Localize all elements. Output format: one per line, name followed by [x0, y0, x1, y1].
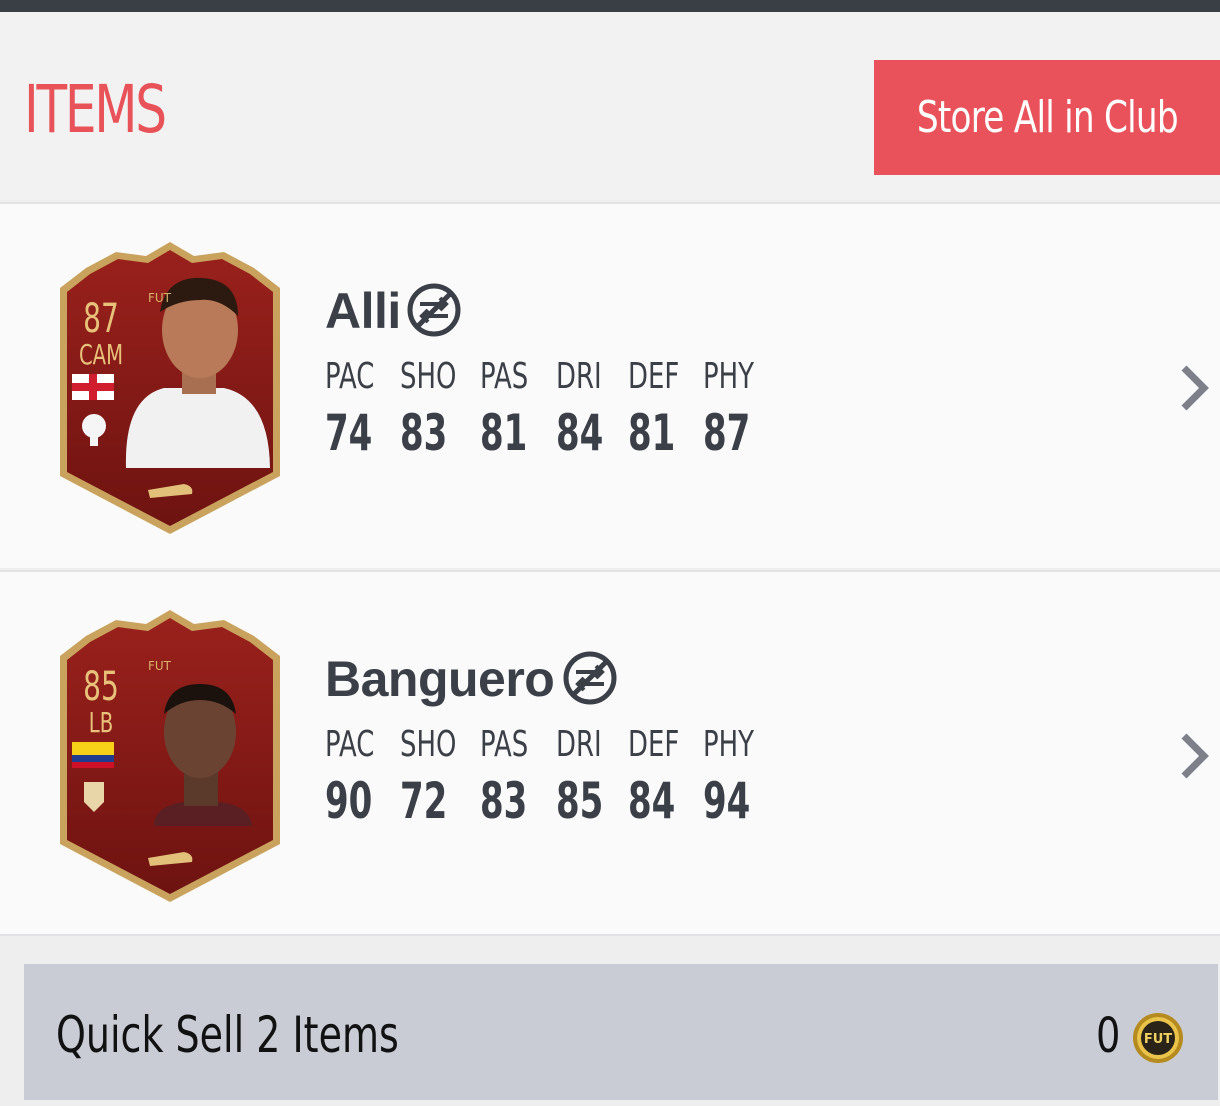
card-frame: FUT: [60, 242, 280, 534]
stat-value: 74: [325, 404, 373, 462]
stat-def: DEF 84: [628, 724, 703, 830]
stat-value: 81: [480, 404, 528, 462]
stat-label: PAC: [325, 724, 375, 765]
svg-text:FUT: FUT: [148, 659, 172, 673]
player-name: Alli: [325, 283, 401, 339]
quick-sell-label: Quick Sell 2 Items: [56, 1006, 399, 1064]
page-header: ITEMS Store All in Club: [0, 12, 1220, 200]
player-card[interactable]: FUT 85 LB: [54, 606, 286, 906]
stat-pac: PAC 74: [325, 356, 400, 462]
player-stats: PAC 90 SHO 72 PAS 83 DRI 85 DEF 84 PHY 9…: [325, 724, 778, 830]
stat-dri: DRI 85: [556, 724, 628, 830]
page-title: ITEMS: [24, 71, 167, 148]
stat-value: 87: [703, 404, 751, 462]
stat-value: 81: [628, 404, 676, 462]
stat-value: 83: [400, 404, 448, 462]
card-frame: FUT: [60, 610, 280, 902]
stat-value: 94: [703, 772, 751, 830]
stat-label: DRI: [556, 356, 602, 397]
stat-pas: PAS 83: [480, 724, 556, 830]
stat-label: PHY: [703, 724, 754, 765]
card-position: CAM: [78, 338, 124, 371]
stat-phy: PHY 94: [703, 724, 778, 830]
svg-text:FUT: FUT: [148, 291, 172, 305]
player-card[interactable]: FUT 87 CAM: [54, 238, 286, 538]
fut-coin-icon: FUT: [1133, 1013, 1183, 1063]
stat-value: 85: [556, 772, 604, 830]
quick-sell-button[interactable]: Quick Sell 2 Items 0 FUT: [24, 964, 1218, 1100]
stat-pas: PAS 81: [480, 356, 556, 462]
stat-phy: PHY 87: [703, 356, 778, 462]
stat-label: PAC: [325, 356, 375, 397]
card-rating: 87: [83, 296, 119, 342]
stat-sho: SHO 72: [400, 724, 480, 830]
untradeable-icon: [563, 651, 617, 705]
stat-value: 84: [556, 404, 604, 462]
stat-def: DEF 81: [628, 356, 703, 462]
stat-label: DEF: [628, 724, 680, 765]
stat-value: 90: [325, 772, 373, 830]
stat-label: PAS: [480, 724, 529, 765]
stat-value: 83: [480, 772, 528, 830]
flag-england-icon: [72, 374, 114, 400]
stat-dri: DRI 84: [556, 356, 628, 462]
stat-label: SHO: [400, 724, 457, 765]
svg-text:FUT: FUT: [1144, 1032, 1172, 1047]
player-stats: PAC 74 SHO 83 PAS 81 DRI 84 DEF 81 PHY 8…: [325, 356, 778, 462]
untradeable-icon: [407, 283, 461, 337]
store-all-in-club-button[interactable]: Store All in Club: [874, 60, 1220, 175]
item-row[interactable]: FUT 87 CAM Alli PAC 74 SHO 83 PAS 81 DRI…: [0, 202, 1220, 568]
stat-label: DRI: [556, 724, 602, 765]
item-row[interactable]: FUT 85 LB Banguero PAC 90 SHO 72 PAS 83 …: [0, 570, 1220, 936]
stat-label: DEF: [628, 356, 680, 397]
stat-pac: PAC 90: [325, 724, 400, 830]
stat-label: SHO: [400, 356, 457, 397]
store-all-label: Store All in Club: [916, 92, 1178, 143]
chevron-right-icon[interactable]: [1176, 362, 1212, 414]
player-name: Banguero: [325, 651, 555, 707]
top-bar: [0, 0, 1220, 12]
stat-value: 84: [628, 772, 676, 830]
stat-label: PAS: [480, 356, 529, 397]
quick-sell-amount: 0: [1096, 1008, 1121, 1064]
card-rating: 85: [83, 664, 119, 710]
stat-label: PHY: [703, 356, 754, 397]
card-position: LB: [88, 706, 114, 739]
stat-value: 72: [400, 772, 448, 830]
chevron-right-icon[interactable]: [1176, 730, 1212, 782]
flag-colombia-icon: [72, 742, 114, 768]
stat-sho: SHO 83: [400, 356, 480, 462]
